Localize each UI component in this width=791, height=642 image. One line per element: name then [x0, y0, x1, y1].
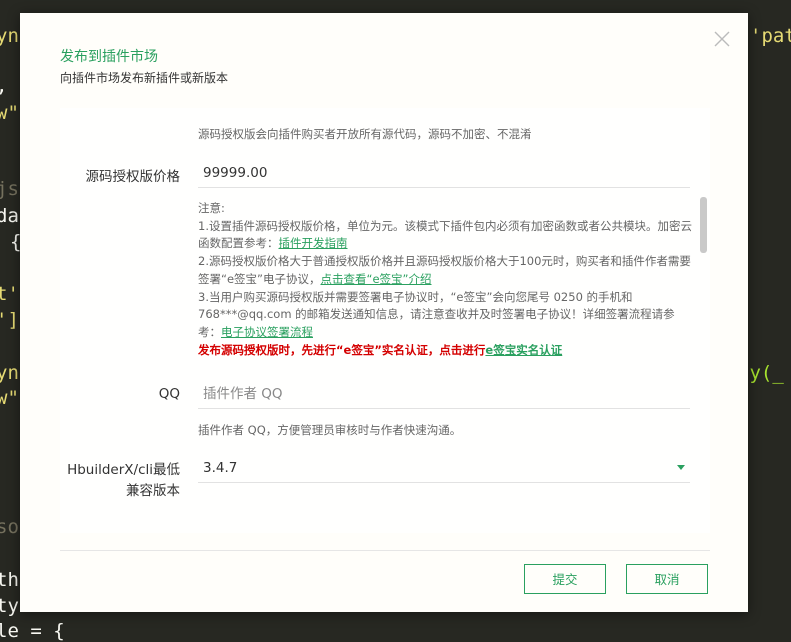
code-fragment: ,: [0, 77, 7, 96]
code-fragment: da: [0, 205, 19, 227]
code-fragment: ty: [0, 595, 19, 617]
note-item: 1.设置插件源码授权版价格，单位为元。该模式下插件包内必须有加密函数或者公共模块…: [198, 218, 692, 251]
code-fragment: yn: [0, 25, 19, 47]
submit-button[interactable]: 提交: [524, 564, 606, 594]
note-item: 2.源码授权版价格大于普通授权版价格并且源码授权版价格大于100元时，购买者和插…: [198, 254, 691, 286]
dialog-subtitle: 向插件市场发布新插件或新版本: [60, 71, 229, 85]
chevron-down-icon[interactable]: [677, 465, 685, 470]
notes-block: 注意: 1.设置插件源码授权版价格，单位为元。该模式下插件包内必须有加密函数或者…: [198, 200, 693, 359]
footer-divider: [60, 550, 710, 551]
code-fragment: js: [0, 178, 19, 200]
price-input[interactable]: 99999.00: [198, 158, 690, 188]
code-fragment: th: [0, 569, 19, 591]
note-item: 3.当用户购买源码授权版并需要签署电子协议时，“e签宝”会向您尾号 0250 的…: [198, 289, 675, 339]
esign-warning: 发布源码授权版时，先进行“e签宝”实名认证，点击进行e签宝实名认证: [198, 342, 563, 357]
qq-label: QQ: [158, 386, 180, 402]
code-fragment: yn: [0, 362, 19, 384]
cancel-button[interactable]: 取消: [626, 564, 708, 594]
qq-hint: 插件作者 QQ，方便管理员审核时与作者快速沟通。: [198, 423, 462, 437]
code-fragment: t': [0, 283, 19, 305]
dialog-title: 发布到插件市场: [60, 49, 158, 65]
hbuilder-version-select[interactable]: 3.4.7: [198, 453, 690, 483]
code-fragment: w": [0, 102, 19, 124]
plugin-dev-guide-link[interactable]: 插件开发指南: [279, 236, 348, 250]
esign-verify-link[interactable]: e签宝实名认证: [485, 343, 562, 357]
code-fragment: so: [0, 516, 19, 538]
esign-process-link[interactable]: 电子协议签署流程: [221, 325, 313, 339]
code-fragment: ']: [0, 309, 19, 331]
hbuilder-version-label: HbuilderX/cli最低 兼容版本: [67, 462, 180, 499]
publish-dialog: 发布到插件市场 向插件市场发布新插件或新版本 源码授权版会向插件购买者开放所有源…: [20, 13, 748, 612]
close-icon[interactable]: [713, 30, 731, 48]
qq-input[interactable]: 插件作者 QQ: [198, 379, 690, 409]
panel-scrollbar[interactable]: [700, 197, 707, 253]
price-label: 源码授权版价格: [85, 169, 181, 185]
esign-intro-link[interactable]: 点击查看“e签宝”介绍: [321, 272, 432, 286]
code-fragment: 'pat: [750, 25, 791, 47]
code-fragment: w": [0, 387, 19, 409]
source-license-hint: 源码授权版会向插件购买者开放所有源代码，源码不加密、不混淆: [198, 127, 532, 141]
notes-heading: 注意:: [198, 201, 225, 215]
code-fragment: le = {: [0, 620, 65, 642]
